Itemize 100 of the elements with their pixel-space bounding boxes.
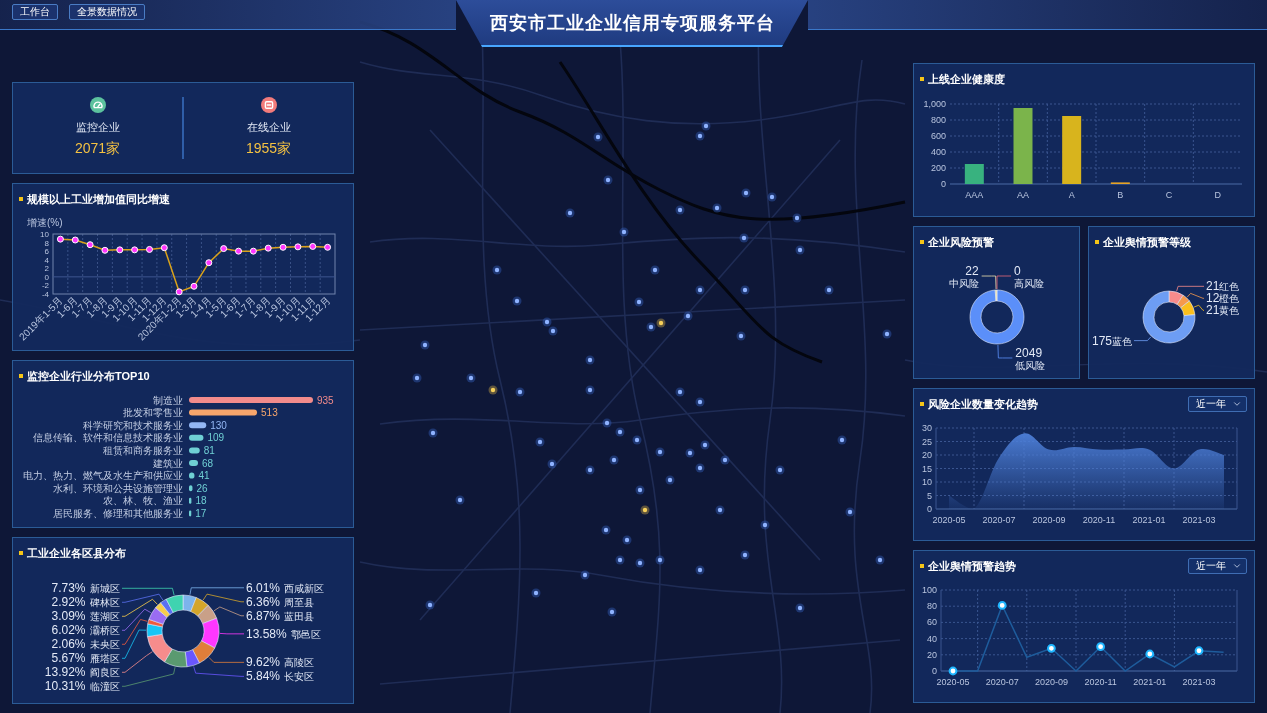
data-point <box>309 242 317 250</box>
data-point <box>175 288 183 296</box>
tick-label: AAA <box>965 190 984 200</box>
nav-button[interactable]: 全景数据情况 <box>69 4 145 20</box>
data-point <box>294 243 302 251</box>
category-label: 租赁和商务服务业 <box>103 444 183 456</box>
leader-line <box>202 593 245 603</box>
stat-label: 监控企业 <box>75 122 120 133</box>
panel-title: 监控企业行业分布TOP10 <box>27 370 150 382</box>
stat-label: 在线企业 <box>246 122 291 133</box>
tick-label: 30 <box>922 423 932 433</box>
value-label: 81 <box>203 444 215 456</box>
stat-value: 2071家 <box>74 141 121 155</box>
category-label: 制造业 <box>153 394 183 406</box>
data-point <box>131 246 139 254</box>
bar <box>189 409 258 416</box>
tick-label: 2021-03 <box>1182 677 1216 687</box>
data-point <box>1096 642 1105 652</box>
slice-label: 10.31% 临潼区 <box>44 679 120 694</box>
tick-label: 40 <box>927 633 937 644</box>
tick-label: 2020-09 <box>1032 515 1066 525</box>
data-point <box>190 282 198 290</box>
panel-title: 上线企业健康度 <box>928 73 1005 85</box>
bar <box>189 472 195 479</box>
leader-line <box>121 619 148 645</box>
data-point <box>1194 646 1204 656</box>
slice-label: 6.87% 蓝田县 <box>246 608 315 623</box>
tick-label: 0 <box>932 666 937 676</box>
data-point <box>264 244 272 252</box>
data-point <box>56 235 64 243</box>
bullet-icon <box>19 374 23 378</box>
slice-label: 21黄色 <box>1206 303 1240 318</box>
gauge-icon <box>89 97 106 113</box>
chevron-down-icon <box>1232 399 1242 409</box>
data-point <box>1145 649 1155 659</box>
bar <box>189 434 204 441</box>
data-point <box>145 245 153 253</box>
tick-label: 2020-09 <box>1034 677 1068 687</box>
panel-title: 工业企业各区县分布 <box>27 547 126 559</box>
tick-label: 25 <box>922 436 932 447</box>
data-point <box>205 259 213 267</box>
tick-label: D <box>1214 190 1221 200</box>
bar <box>964 164 984 184</box>
tick-label: 20 <box>927 649 937 660</box>
slice-label: 12橙色 <box>1206 291 1240 306</box>
bar <box>189 497 192 504</box>
bullet-icon <box>1095 240 1099 244</box>
slice-label: 3.09% 莲湖区 <box>51 609 120 624</box>
slice-label: 6.02% 灞桥区 <box>51 623 120 638</box>
period-dropdown[interactable]: 近一年 <box>1188 558 1247 574</box>
value-label: 130 <box>210 419 227 431</box>
slice-label: 7.73% 新城区 <box>51 581 120 596</box>
tick-label: A <box>1068 190 1075 200</box>
panel-title: 风险企业数量变化趋势 <box>928 398 1038 410</box>
leader-line <box>121 608 152 631</box>
stat-value: 1955家 <box>245 141 292 155</box>
tick-label: 0 <box>941 179 946 189</box>
tick-label: 20 <box>922 450 932 460</box>
bar <box>189 510 192 517</box>
tick-label: 8 <box>44 238 49 248</box>
tick-label: 2020-11 <box>1082 515 1116 525</box>
tick-label: C <box>1165 190 1173 200</box>
tick-label: 4 <box>44 255 49 265</box>
category-label: 农、林、牧、渔业 <box>103 495 183 507</box>
tick-label: 400 <box>930 147 946 157</box>
bullet-icon <box>19 551 23 555</box>
bullet-icon <box>920 77 924 81</box>
value-label: 18 <box>195 495 207 507</box>
category-label: 水利、环境和公共设施管理业 <box>53 482 183 494</box>
tick-label: 2020-07 <box>982 515 1016 525</box>
tick-label: 800 <box>930 115 946 125</box>
slice-label: 175蓝色 <box>1091 333 1132 348</box>
slice-label: 9.62% 高陵区 <box>246 655 315 670</box>
leader-line <box>219 633 245 635</box>
value-label: 22 <box>965 264 979 278</box>
bullet-icon <box>920 564 924 568</box>
bullet-icon <box>920 240 924 244</box>
panel-title: 规模以上工业增加值同比增速 <box>27 193 170 205</box>
nav-button[interactable]: 工作台 <box>12 4 58 20</box>
period-dropdown[interactable]: 近一年 <box>1188 396 1247 412</box>
data-point <box>948 666 958 676</box>
data-point <box>1047 643 1056 653</box>
tick-label: 10 <box>922 477 932 487</box>
leader-line <box>1193 304 1205 311</box>
category-label: 建筑业 <box>153 457 183 469</box>
slice-label: 2.06% 未央区 <box>51 637 120 652</box>
leader-line <box>996 275 1012 290</box>
axis-title: 增速(%) <box>27 217 63 228</box>
slice-label: 13.58% 鄠邑区 <box>246 626 322 641</box>
bullet-icon <box>920 402 924 406</box>
category-label: 信息传输、软件和信息技术服务业 <box>33 432 183 444</box>
tick-label: -4 <box>41 290 49 299</box>
bar <box>189 422 207 429</box>
tick-label: 15 <box>922 463 932 474</box>
data-point <box>160 244 168 252</box>
leader-line <box>981 275 997 290</box>
data-point <box>997 601 1007 610</box>
value-label: 513 <box>261 407 278 419</box>
slice-label: 2.92% 碑林区 <box>51 595 120 610</box>
category-label: 低风险 <box>1015 360 1046 371</box>
